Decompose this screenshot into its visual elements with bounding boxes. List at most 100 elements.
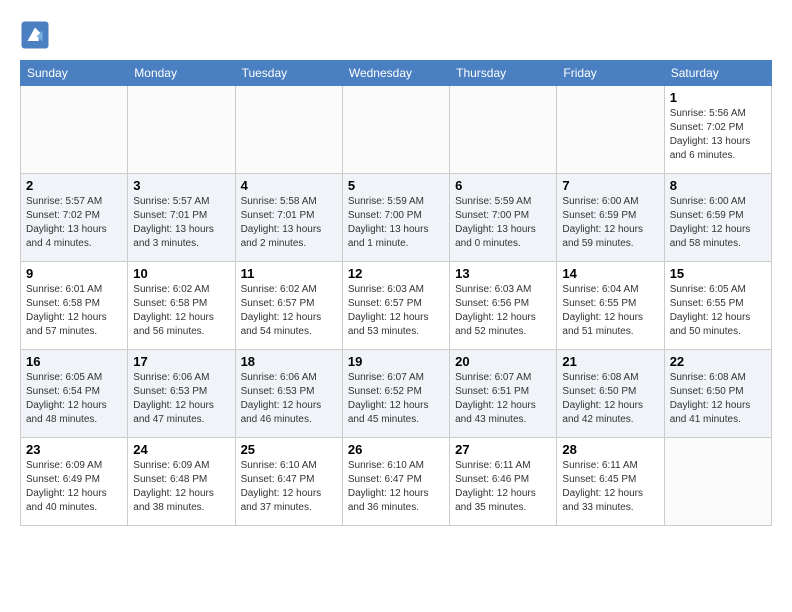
calendar-cell [450, 86, 557, 174]
day-info: Sunrise: 5:57 AM Sunset: 7:01 PM Dayligh… [133, 195, 229, 251]
day-info: Sunrise: 6:08 AM Sunset: 6:50 PM Dayligh… [670, 371, 766, 427]
day-number: 26 [348, 442, 444, 457]
day-info: Sunrise: 6:10 AM Sunset: 6:47 PM Dayligh… [241, 459, 337, 515]
calendar-cell: 13 Sunrise: 6:03 AM Sunset: 6:56 PM Dayli… [450, 262, 557, 350]
day-number: 21 [562, 354, 658, 369]
day-number: 6 [455, 178, 551, 193]
logo [20, 20, 54, 50]
calendar-cell: 24 Sunrise: 6:09 AM Sunset: 6:48 PM Dayli… [128, 438, 235, 526]
day-number: 20 [455, 354, 551, 369]
calendar-week-3: 9 Sunrise: 6:01 AM Sunset: 6:58 PM Daylig… [21, 262, 772, 350]
day-number: 9 [26, 266, 122, 281]
day-number: 3 [133, 178, 229, 193]
day-info: Sunrise: 6:00 AM Sunset: 6:59 PM Dayligh… [670, 195, 766, 251]
day-info: Sunrise: 6:03 AM Sunset: 6:57 PM Dayligh… [348, 283, 444, 339]
day-info: Sunrise: 6:04 AM Sunset: 6:55 PM Dayligh… [562, 283, 658, 339]
calendar-cell: 28 Sunrise: 6:11 AM Sunset: 6:45 PM Dayli… [557, 438, 664, 526]
calendar-header-row: SundayMondayTuesdayWednesdayThursdayFrid… [21, 61, 772, 86]
day-info: Sunrise: 6:02 AM Sunset: 6:58 PM Dayligh… [133, 283, 229, 339]
day-info: Sunrise: 6:05 AM Sunset: 6:55 PM Dayligh… [670, 283, 766, 339]
calendar-cell: 18 Sunrise: 6:06 AM Sunset: 6:53 PM Dayli… [235, 350, 342, 438]
day-number: 8 [670, 178, 766, 193]
day-info: Sunrise: 5:59 AM Sunset: 7:00 PM Dayligh… [348, 195, 444, 251]
day-info: Sunrise: 6:01 AM Sunset: 6:58 PM Dayligh… [26, 283, 122, 339]
calendar-cell: 1 Sunrise: 5:56 AM Sunset: 7:02 PM Daylig… [664, 86, 771, 174]
calendar-cell: 26Sunrise: 6:10 AM Sunset: 6:47 PM Dayli… [342, 438, 449, 526]
calendar-cell: 15 Sunrise: 6:05 AM Sunset: 6:55 PM Dayli… [664, 262, 771, 350]
day-number: 2 [26, 178, 122, 193]
day-info: Sunrise: 6:03 AM Sunset: 6:56 PM Dayligh… [455, 283, 551, 339]
calendar-cell [557, 86, 664, 174]
day-number: 7 [562, 178, 658, 193]
day-info: Sunrise: 6:07 AM Sunset: 6:51 PM Dayligh… [455, 371, 551, 427]
calendar-week-5: 23 Sunrise: 6:09 AM Sunset: 6:49 PM Dayli… [21, 438, 772, 526]
day-info: Sunrise: 5:58 AM Sunset: 7:01 PM Dayligh… [241, 195, 337, 251]
day-info: Sunrise: 6:02 AM Sunset: 6:57 PM Dayligh… [241, 283, 337, 339]
calendar-cell: 8 Sunrise: 6:00 AM Sunset: 6:59 PM Daylig… [664, 174, 771, 262]
calendar-week-1: 1 Sunrise: 5:56 AM Sunset: 7:02 PM Daylig… [21, 86, 772, 174]
calendar-cell [21, 86, 128, 174]
calendar-cell [128, 86, 235, 174]
day-info: Sunrise: 6:09 AM Sunset: 6:49 PM Dayligh… [26, 459, 122, 515]
calendar-cell: 2Sunrise: 5:57 AM Sunset: 7:02 PM Daylig… [21, 174, 128, 262]
day-info: Sunrise: 6:11 AM Sunset: 6:45 PM Dayligh… [562, 459, 658, 515]
day-number: 16 [26, 354, 122, 369]
weekday-header-tuesday: Tuesday [235, 61, 342, 86]
calendar-week-4: 16 Sunrise: 6:05 AM Sunset: 6:54 PM Dayli… [21, 350, 772, 438]
day-number: 17 [133, 354, 229, 369]
day-number: 11 [241, 266, 337, 281]
day-info: Sunrise: 6:11 AM Sunset: 6:46 PM Dayligh… [455, 459, 551, 515]
calendar-cell: 27 Sunrise: 6:11 AM Sunset: 6:46 PM Dayli… [450, 438, 557, 526]
day-info: Sunrise: 5:59 AM Sunset: 7:00 PM Dayligh… [455, 195, 551, 251]
calendar-cell: 7 Sunrise: 6:00 AM Sunset: 6:59 PM Daylig… [557, 174, 664, 262]
day-number: 27 [455, 442, 551, 457]
weekday-header-wednesday: Wednesday [342, 61, 449, 86]
day-info: Sunrise: 5:56 AM Sunset: 7:02 PM Dayligh… [670, 107, 766, 163]
weekday-header-thursday: Thursday [450, 61, 557, 86]
calendar-cell: 5 Sunrise: 5:59 AM Sunset: 7:00 PM Daylig… [342, 174, 449, 262]
calendar-table: SundayMondayTuesdayWednesdayThursdayFrid… [20, 60, 772, 526]
day-number: 22 [670, 354, 766, 369]
day-info: Sunrise: 6:00 AM Sunset: 6:59 PM Dayligh… [562, 195, 658, 251]
calendar-cell: 16 Sunrise: 6:05 AM Sunset: 6:54 PM Dayli… [21, 350, 128, 438]
calendar-cell: 25 Sunrise: 6:10 AM Sunset: 6:47 PM Dayli… [235, 438, 342, 526]
day-info: Sunrise: 6:09 AM Sunset: 6:48 PM Dayligh… [133, 459, 229, 515]
calendar-cell: 14 Sunrise: 6:04 AM Sunset: 6:55 PM Dayli… [557, 262, 664, 350]
day-number: 19 [348, 354, 444, 369]
weekday-header-monday: Monday [128, 61, 235, 86]
calendar-cell: 21 Sunrise: 6:08 AM Sunset: 6:50 PM Dayli… [557, 350, 664, 438]
calendar-cell: 3 Sunrise: 5:57 AM Sunset: 7:01 PM Daylig… [128, 174, 235, 262]
weekday-header-sunday: Sunday [21, 61, 128, 86]
calendar-cell [664, 438, 771, 526]
weekday-header-saturday: Saturday [664, 61, 771, 86]
day-number: 18 [241, 354, 337, 369]
day-number: 12 [348, 266, 444, 281]
calendar-cell [235, 86, 342, 174]
page-header [20, 20, 772, 50]
day-info: Sunrise: 6:07 AM Sunset: 6:52 PM Dayligh… [348, 371, 444, 427]
calendar-week-2: 2Sunrise: 5:57 AM Sunset: 7:02 PM Daylig… [21, 174, 772, 262]
calendar-cell: 20 Sunrise: 6:07 AM Sunset: 6:51 PM Dayli… [450, 350, 557, 438]
day-number: 5 [348, 178, 444, 193]
day-info: Sunrise: 6:06 AM Sunset: 6:53 PM Dayligh… [241, 371, 337, 427]
day-number: 4 [241, 178, 337, 193]
calendar-cell: 22 Sunrise: 6:08 AM Sunset: 6:50 PM Dayli… [664, 350, 771, 438]
calendar-cell: 17 Sunrise: 6:06 AM Sunset: 6:53 PM Dayli… [128, 350, 235, 438]
calendar-cell: 10Sunrise: 6:02 AM Sunset: 6:58 PM Dayli… [128, 262, 235, 350]
day-number: 1 [670, 90, 766, 105]
weekday-header-friday: Friday [557, 61, 664, 86]
day-number: 14 [562, 266, 658, 281]
day-number: 24 [133, 442, 229, 457]
calendar-cell: 9 Sunrise: 6:01 AM Sunset: 6:58 PM Daylig… [21, 262, 128, 350]
calendar-cell [342, 86, 449, 174]
day-number: 25 [241, 442, 337, 457]
day-number: 28 [562, 442, 658, 457]
day-number: 23 [26, 442, 122, 457]
day-info: Sunrise: 6:05 AM Sunset: 6:54 PM Dayligh… [26, 371, 122, 427]
day-info: Sunrise: 6:06 AM Sunset: 6:53 PM Dayligh… [133, 371, 229, 427]
calendar-cell: 23 Sunrise: 6:09 AM Sunset: 6:49 PM Dayli… [21, 438, 128, 526]
day-number: 15 [670, 266, 766, 281]
day-number: 13 [455, 266, 551, 281]
day-info: Sunrise: 6:08 AM Sunset: 6:50 PM Dayligh… [562, 371, 658, 427]
calendar-cell: 19 Sunrise: 6:07 AM Sunset: 6:52 PM Dayli… [342, 350, 449, 438]
